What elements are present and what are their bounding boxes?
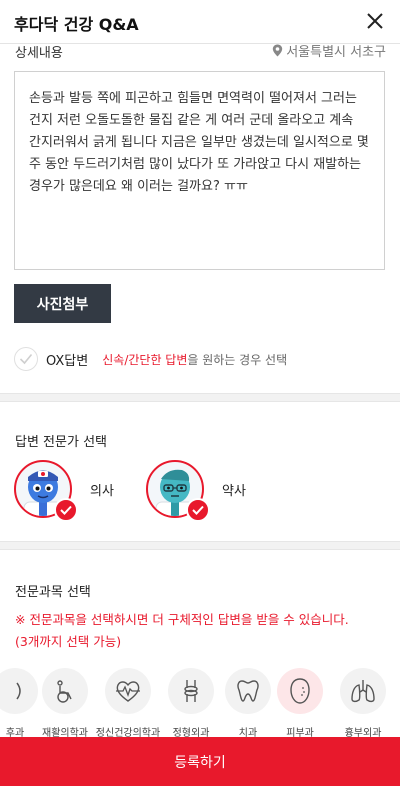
section-divider xyxy=(0,541,400,550)
dept-item[interactable]: 흉부외과 xyxy=(330,668,396,739)
section-divider xyxy=(0,393,400,402)
dept-item[interactable]: 피부과 xyxy=(267,668,333,739)
ox-answer-option[interactable]: OX답변 신속/간단한 답변을 원하는 경우 선택 xyxy=(14,346,287,372)
face-icon xyxy=(277,668,323,714)
expert-doctor[interactable]: 의사 xyxy=(14,460,114,522)
heartbeat-icon xyxy=(105,668,151,714)
ox-desc-rest: 을 원하는 경우 선택 xyxy=(187,352,288,367)
selected-check-icon xyxy=(186,498,210,522)
dept-notice-line2: (3개까지 선택 가능) xyxy=(15,634,122,649)
submit-button[interactable]: 등록하기 xyxy=(0,737,400,786)
expert-pharmacist[interactable]: 약사 xyxy=(146,460,246,522)
expert-section-title: 답변 전문가 선택 xyxy=(15,435,107,450)
dept-notice: ※ 전문과목을 선택하시면 더 구체적인 답변을 받을 수 있습니다. (3개까… xyxy=(15,609,349,653)
expert-label: 약사 xyxy=(222,483,246,499)
content-textarea[interactable]: 손등과 발등 쪽에 피곤하고 힘들면 면역력이 떨어져서 그러는 건지 저런 오… xyxy=(14,71,385,270)
location-pin-icon xyxy=(272,44,283,57)
close-icon[interactable] xyxy=(362,8,388,34)
joint-icon xyxy=(168,668,214,714)
detail-label: 상세내용 xyxy=(15,46,63,61)
department-list[interactable]: 후과 재활의학과 정신건강의학과 정형외과 치과 피부과 흉부외과 xyxy=(0,668,400,739)
dept-notice-line1: ※ 전문과목을 선택하시면 더 구체적인 답변을 받을 수 있습니다. xyxy=(15,612,349,627)
lungs-icon xyxy=(340,668,386,714)
dept-item[interactable]: 재활의학과 xyxy=(32,668,98,739)
ox-label: OX답변 xyxy=(46,353,89,369)
tooth-icon xyxy=(225,668,271,714)
check-icon xyxy=(19,353,33,365)
page-title: 후다닥 건강 Q&A xyxy=(14,15,139,34)
attach-photo-button[interactable]: 사진첨부 xyxy=(14,284,111,323)
expert-label: 의사 xyxy=(90,483,114,499)
dept-section-title: 전문과목 선택 xyxy=(15,585,91,600)
ox-highlight: 신속/간단한 답변 xyxy=(102,352,188,367)
ox-description: 신속/간단한 답변을 원하는 경우 선택 xyxy=(102,351,287,368)
wheelchair-icon xyxy=(42,668,88,714)
dept-item[interactable]: 정신건강의학과 xyxy=(95,668,161,739)
selected-check-icon xyxy=(54,498,78,522)
header: 후다닥 건강 Q&A xyxy=(0,0,400,44)
content-text: 손등과 발등 쪽에 피곤하고 힘들면 면역력이 떨어져서 그러는 건지 저런 오… xyxy=(29,91,369,194)
ox-checkbox[interactable] xyxy=(14,347,38,371)
